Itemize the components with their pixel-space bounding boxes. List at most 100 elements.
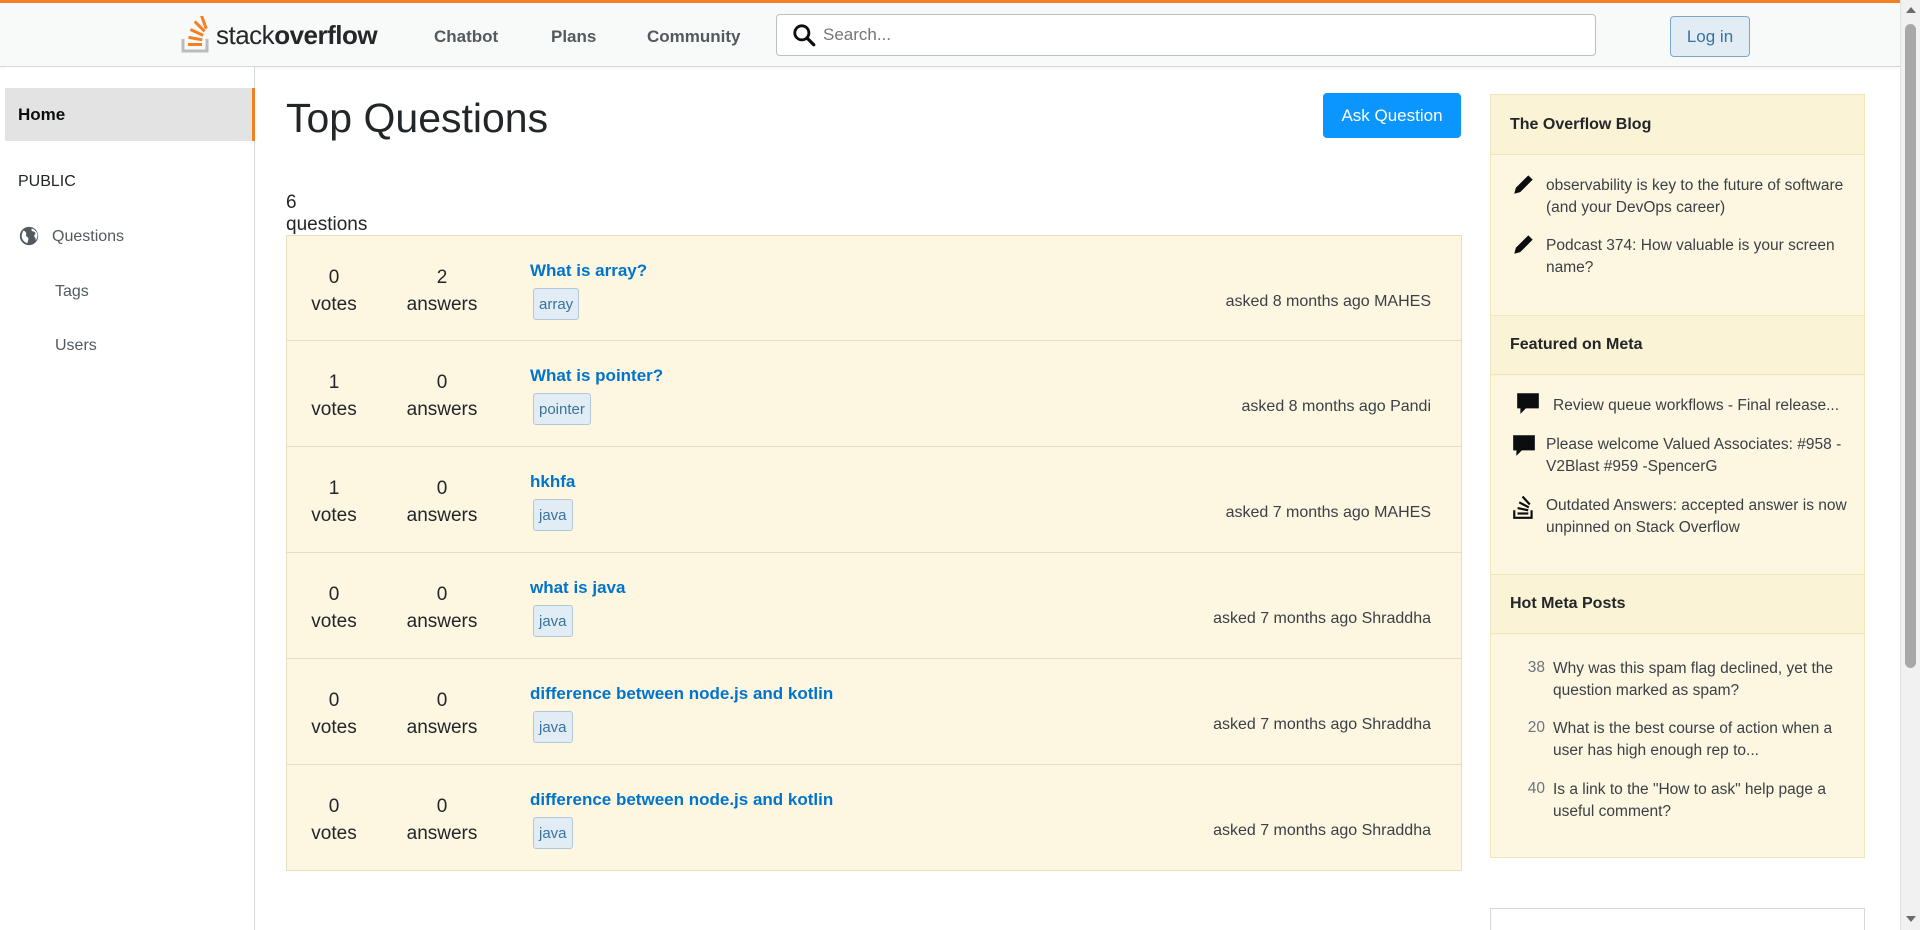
hot-meta-score: 40 (1527, 780, 1545, 797)
meta-item-link[interactable]: Review queue workflows - Final release..… (1553, 395, 1853, 417)
question-meta: asked 8 months ago MAHES (1225, 293, 1431, 310)
page-title: Top Questions (286, 95, 549, 141)
pencil-icon (1514, 235, 1533, 254)
question-tag[interactable]: pointer (533, 393, 591, 425)
question-tag[interactable]: java (533, 711, 573, 743)
logo-bold-text: overflow (274, 19, 378, 50)
question-title-link[interactable]: difference between node.js and kotlin (530, 790, 833, 810)
question-title-link[interactable]: What is pointer? (530, 366, 663, 386)
question-row: 0 votes 0 answers what is java java asked … (286, 553, 1462, 659)
question-meta: asked 8 months ago Pandi (1241, 398, 1431, 415)
logo-wordmark: stackoverflow (216, 19, 378, 51)
meta-item-link[interactable]: Please welcome Valued Associates: #958 -… (1546, 434, 1851, 478)
answer-count: 0 answers (397, 581, 487, 635)
answer-count: 0 answers (397, 369, 487, 423)
vote-count: 1 votes (289, 475, 379, 529)
vote-count: 0 votes (289, 264, 379, 318)
vote-count: 0 votes (289, 581, 379, 635)
top-bar: stackoverflow Chatbot Plans Community Lo… (0, 0, 1900, 67)
question-tag[interactable]: java (533, 605, 573, 637)
sidebar-item-questions[interactable]: Questions (52, 228, 124, 246)
scroll-down-arrow-icon[interactable] (1906, 916, 1916, 922)
stackexchange-icon (1513, 495, 1533, 519)
ask-question-button[interactable]: Ask Question (1323, 93, 1461, 138)
login-button[interactable]: Log in (1670, 16, 1750, 57)
stackoverflow-logo-icon (181, 16, 209, 53)
vote-label: votes (311, 399, 357, 420)
vote-label: votes (311, 611, 357, 632)
question-meta: asked 7 months ago Shraddha (1213, 610, 1431, 627)
answer-label: answers (406, 505, 478, 526)
question-row: 1 votes 0 answers What is pointer? pointer… (286, 341, 1462, 447)
hot-meta-heading: Hot Meta Posts (1491, 574, 1864, 634)
vote-number: 0 (328, 796, 340, 817)
hot-meta-list: 38 Why was this spam flag declined, yet … (1491, 635, 1864, 857)
search-box[interactable] (776, 14, 1596, 56)
question-tag[interactable]: java (533, 817, 573, 849)
vote-count: 1 votes (289, 369, 379, 423)
scrollbar-thumb[interactable] (1905, 24, 1916, 668)
vote-label: votes (311, 505, 357, 526)
stackoverflow-logo[interactable]: stackoverflow (180, 15, 378, 55)
comment-icon (1513, 435, 1535, 456)
sidebar-item-tags[interactable]: Tags (55, 283, 89, 301)
blog-item-link[interactable]: Podcast 374: How valuable is your screen… (1546, 235, 1851, 279)
page-scrollbar[interactable] (1900, 0, 1920, 930)
search-input[interactable] (823, 25, 1583, 45)
nav-community[interactable]: Community (647, 27, 741, 47)
answer-number: 0 (436, 372, 448, 393)
vote-label: votes (311, 823, 357, 844)
answer-label: answers (406, 399, 478, 420)
nav-plans[interactable]: Plans (551, 27, 596, 47)
question-tag[interactable]: java (533, 499, 573, 531)
search-icon (793, 24, 816, 47)
hot-meta-link[interactable]: Is a link to the "How to ask" help page … (1553, 779, 1853, 823)
answer-label: answers (406, 823, 478, 844)
comment-icon (1517, 393, 1539, 414)
vote-number: 0 (328, 267, 340, 288)
blog-list: observability is key to the future of so… (1491, 155, 1864, 315)
meta-item-link[interactable]: Outdated Answers: accepted answer is now… (1546, 495, 1851, 539)
globe-icon (19, 226, 39, 246)
blog-item-link[interactable]: observability is key to the future of so… (1546, 175, 1851, 219)
nav-chatbot[interactable]: Chatbot (434, 27, 498, 47)
question-title-link[interactable]: hkhfa (530, 472, 575, 492)
answer-label: answers (406, 717, 478, 738)
question-tag[interactable]: array (533, 288, 580, 320)
answer-count: 2 answers (397, 264, 487, 318)
vote-count: 0 votes (289, 687, 379, 741)
question-title-link[interactable]: what is java (530, 578, 625, 598)
sidebar-item-home[interactable]: Home (5, 88, 255, 141)
question-title-link[interactable]: difference between node.js and kotlin (530, 684, 833, 704)
hot-meta-link[interactable]: Why was this spam flag declined, yet the… (1553, 658, 1853, 702)
meta-heading: Featured on Meta (1491, 315, 1864, 375)
question-row: 0 votes 0 answers difference between node.… (286, 659, 1462, 765)
vote-number: 1 (328, 478, 340, 499)
hot-meta-link[interactable]: What is the best course of action when a… (1553, 718, 1853, 762)
vote-count: 0 votes (289, 793, 379, 847)
question-row: 0 votes 2 answers What is array? array ask… (286, 235, 1462, 341)
question-row: 0 votes 0 answers difference between node.… (286, 765, 1462, 871)
answer-number: 0 (436, 796, 448, 817)
vote-number: 0 (328, 690, 340, 711)
answer-number: 2 (436, 267, 448, 288)
logo-light-text: stack (216, 19, 275, 50)
blog-heading: The Overflow Blog (1491, 95, 1864, 155)
question-meta: asked 7 months ago Shraddha (1213, 822, 1431, 839)
vote-number: 0 (328, 584, 340, 605)
vote-number: 1 (328, 372, 340, 393)
question-title-link[interactable]: What is array? (530, 261, 647, 281)
answer-count: 0 answers (397, 475, 487, 529)
pencil-icon (1514, 175, 1533, 194)
answer-count: 0 answers (397, 793, 487, 847)
scroll-up-arrow-icon[interactable] (1906, 7, 1916, 13)
sidebar-item-users[interactable]: Users (55, 337, 97, 355)
right-sidebar: The Overflow Blog observability is key t… (1490, 94, 1865, 858)
answer-label: answers (406, 294, 478, 315)
left-sidebar: Home PUBLIC Questions Tags Users (5, 67, 255, 930)
hot-meta-score: 20 (1527, 719, 1545, 736)
question-meta: asked 7 months ago Shraddha (1213, 716, 1431, 733)
question-count: 6 questions (286, 192, 368, 235)
sidebar-section-public: PUBLIC (18, 173, 76, 190)
vote-label: votes (311, 717, 357, 738)
